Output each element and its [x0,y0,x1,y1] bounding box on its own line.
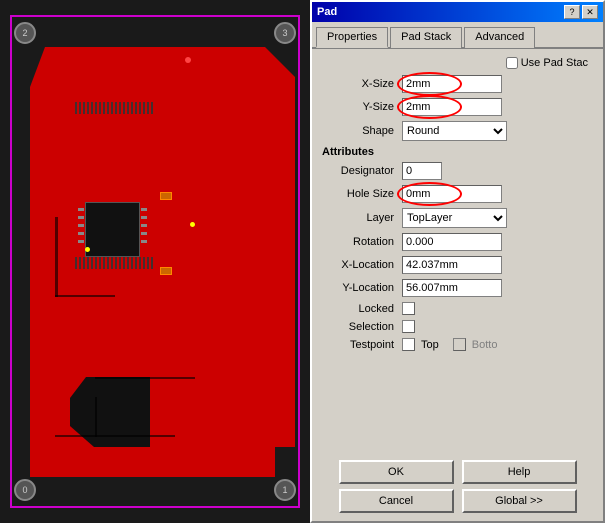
testpoint-top-label: Top [421,339,439,351]
close-button[interactable]: ✕ [582,5,598,19]
tab-content-properties: Use Pad Stac X-Size Y-Size Shape Round [312,49,603,364]
help-icon-button[interactable]: ? [564,5,580,19]
dialog-titlebar: Pad ? ✕ [312,2,603,22]
rotation-row: Rotation [322,233,593,251]
locked-label: Locked [322,303,402,315]
pcb-board [30,47,295,477]
y-size-input-wrapper [402,98,502,116]
small-component-1 [160,192,172,200]
y-location-row: Y-Location [322,279,593,297]
attributes-header: Attributes [322,146,593,158]
y-location-label: Y-Location [322,282,402,294]
corner-marker-bl: 0 [14,479,36,501]
selection-label: Selection [322,321,402,333]
shape-select[interactable]: Round Rectangular Octagonal [402,121,507,141]
corner-marker-br: 1 [274,479,296,501]
use-pad-stac-row: Use Pad Stac [322,57,593,69]
trace-line-5 [55,435,175,437]
testpoint-label: Testpoint [322,339,402,351]
pad-dialog: Pad ? ✕ Properties Pad Stack Advanced Us… [310,0,605,523]
dialog-title: Pad [317,6,337,18]
y-location-input[interactable] [402,279,502,297]
shape-label: Shape [322,125,402,137]
tab-properties[interactable]: Properties [316,27,388,48]
rotation-input[interactable] [402,233,502,251]
use-pad-stac-checkbox[interactable] [506,57,518,69]
pcb-cutout-tr [265,47,295,77]
trace-line-3 [95,377,195,379]
trace-line-4 [95,397,97,437]
btn-row-1: OK Help [322,460,593,484]
selection-row: Selection [322,320,593,333]
btn-row-2: Cancel Global >> [322,489,593,513]
testpoint-row: Testpoint Top Botto [322,338,593,351]
corner-marker-tl: 2 [14,22,36,44]
x-size-row: X-Size [322,75,593,93]
layer-select[interactable]: TopLayer BottomLayer MultiLayer [402,208,507,228]
via-dot-1 [190,222,195,227]
ok-button[interactable]: OK [339,460,454,484]
global-button[interactable]: Global >> [462,489,577,513]
testpoint-botto-checkbox [453,338,466,351]
x-location-input[interactable] [402,256,502,274]
pcb-canvas: 2 3 0 1 [0,0,310,523]
hole-size-label: Hole Size [322,188,402,200]
testpoint-top-checkbox[interactable] [402,338,415,351]
layer-label: Layer [322,212,402,224]
shape-row: Shape Round Rectangular Octagonal [322,121,593,141]
trace-line-2 [55,295,115,297]
rotation-label: Rotation [322,236,402,248]
tab-advanced[interactable]: Advanced [464,27,535,48]
x-location-row: X-Location [322,256,593,274]
designator-row: Designator [322,162,593,180]
locked-row: Locked [322,302,593,315]
y-size-input[interactable] [402,98,502,116]
x-location-label: X-Location [322,259,402,271]
trace-component-row2 [75,257,155,269]
pcb-cutout-br [275,447,295,477]
pcb-border [10,15,300,508]
ic-chip [85,202,140,257]
layer-row: Layer TopLayer BottomLayer MultiLayer [322,208,593,228]
testpoint-botto-label: Botto [472,339,498,351]
dialog-footer: OK Help Cancel Global >> [312,452,603,521]
designator-label: Designator [322,165,402,177]
cancel-button[interactable]: Cancel [339,489,454,513]
hole-size-row: Hole Size [322,185,593,203]
tab-pad-stack[interactable]: Pad Stack [390,27,462,48]
selection-checkbox[interactable] [402,320,415,333]
trace-line-1 [55,217,58,297]
tab-bar: Properties Pad Stack Advanced [312,22,603,49]
corner-marker-tr: 3 [274,22,296,44]
trace-component-row1 [75,102,155,114]
hole-size-input-wrapper [402,185,502,203]
y-size-row: Y-Size [322,98,593,116]
x-size-input-wrapper [402,75,502,93]
hole-size-input[interactable] [402,185,502,203]
x-size-label: X-Size [322,78,402,90]
titlebar-buttons: ? ✕ [564,5,598,19]
locked-checkbox[interactable] [402,302,415,315]
via-dot-2 [85,247,90,252]
designator-input[interactable] [402,162,442,180]
testpoint-options: Top Botto [402,338,497,351]
x-size-input[interactable] [402,75,502,93]
pcb-cutout-tl [30,47,45,87]
help-button[interactable]: Help [462,460,577,484]
y-size-label: Y-Size [322,101,402,113]
red-dot-1 [185,57,191,63]
small-component-2 [160,267,172,275]
